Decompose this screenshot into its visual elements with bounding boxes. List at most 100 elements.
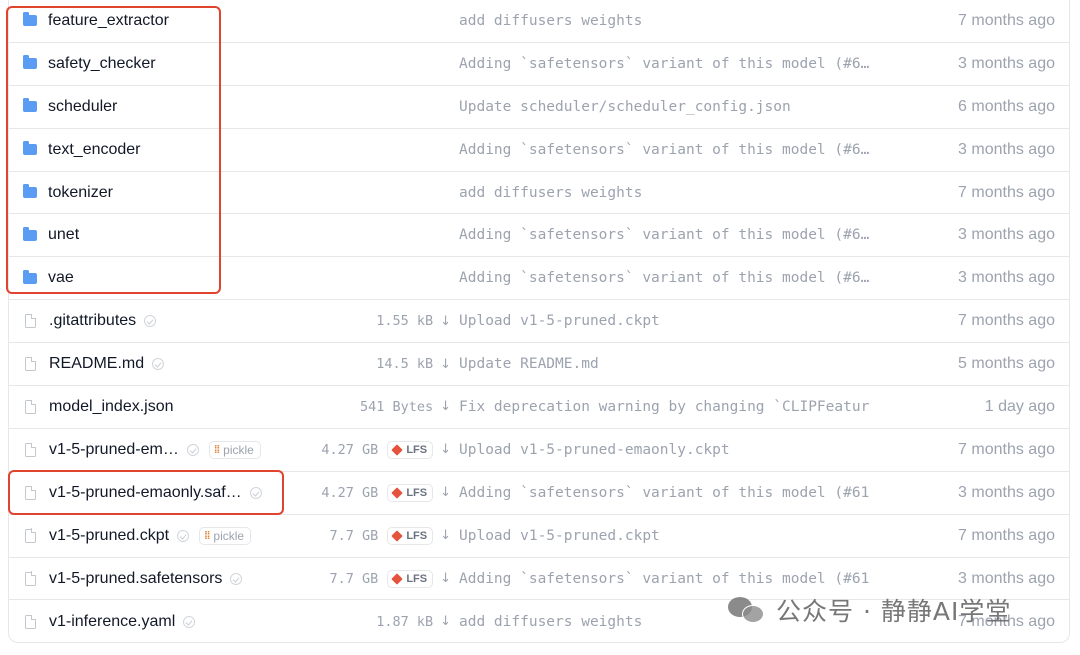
file-name-link[interactable]: v1-5-pruned.ckpt	[49, 527, 169, 545]
pickle-icon: ⁞⁞	[204, 529, 210, 542]
commit-message-link[interactable]: add diffusers weights	[459, 0, 899, 42]
folder-name-link[interactable]: tokenizer	[48, 184, 113, 202]
pickle-badge[interactable]: ⁞⁞ pickle	[208, 440, 261, 459]
commit-time[interactable]: 7 months ago	[958, 429, 1055, 471]
download-icon[interactable]: ↓	[440, 485, 451, 500]
file-name-link[interactable]: v1-5-pruned-em…	[49, 441, 179, 459]
folder-row[interactable]: tokenizer add diffusers weights 7 months a…	[9, 172, 1069, 215]
commit-message-link[interactable]: Update scheduler/scheduler_config.json	[459, 86, 899, 128]
file-row[interactable]: v1-inference.yaml 1.87 kB ↓ add diffusers w…	[9, 600, 1069, 642]
folder-name-link[interactable]: safety_checker	[48, 55, 156, 73]
folder-row[interactable]: feature_extractor add diffusers weights 7 …	[9, 0, 1069, 43]
file-name-link[interactable]: README.md	[49, 355, 144, 373]
file-row[interactable]: v1-5-pruned-em… ⁞⁞ pickle 4.27 GB LFS ↓ Upload…	[9, 429, 1069, 472]
commit-message-link[interactable]: Upload v1-5-pruned-emaonly.ckpt	[459, 429, 899, 471]
name-cell: tokenizer	[23, 172, 313, 214]
file-row[interactable]: v1-5-pruned-emaonly.saf… 4.27 GB LFS ↓ Addin…	[9, 472, 1069, 515]
commit-time[interactable]: 5 months ago	[958, 343, 1055, 385]
commit-message-link[interactable]: Adding `safetensors` variant of this mod…	[459, 129, 899, 171]
file-name-link[interactable]: .gitattributes	[49, 312, 136, 330]
file-size: 4.27 GB	[321, 441, 379, 458]
commit-message-link[interactable]: Adding `safetensors` variant of this mod…	[459, 214, 899, 256]
commit-time[interactable]: 3 months ago	[958, 257, 1055, 299]
commit-time[interactable]: 3 months ago	[958, 558, 1055, 600]
file-size: 1.87 kB	[376, 613, 434, 630]
folder-name-link[interactable]: unet	[48, 226, 79, 244]
commit-message-link[interactable]: Adding `safetensors` variant of this mod…	[459, 558, 899, 600]
safe-check-icon[interactable]	[177, 529, 190, 542]
lfs-badge: LFS	[387, 526, 434, 545]
commit-time[interactable]: 7 months ago	[958, 515, 1055, 557]
folder-row[interactable]: vae Adding `safetensors` variant of this …	[9, 257, 1069, 301]
download-icon[interactable]: ↓	[440, 571, 451, 586]
download-icon[interactable]: ↓	[440, 399, 451, 414]
commit-message-link[interactable]: Upload v1-5-pruned.ckpt	[459, 300, 899, 342]
commit-message-link[interactable]: Adding `safetensors` variant of this mod…	[459, 472, 899, 514]
size-cell: 14.5 kB ↓	[376, 343, 451, 385]
commit-time[interactable]: 3 months ago	[958, 43, 1055, 85]
file-row[interactable]: .gitattributes 1.55 kB ↓ Upload v1-5-pruned…	[9, 300, 1069, 344]
file-size: 4.27 GB	[321, 484, 379, 501]
lfs-cube-icon	[391, 487, 403, 499]
safe-check-icon[interactable]	[152, 358, 165, 371]
name-cell: scheduler	[23, 86, 313, 128]
safe-check-icon[interactable]	[230, 572, 243, 585]
folder-name-link[interactable]: feature_extractor	[48, 12, 169, 30]
safe-check-icon[interactable]	[249, 486, 262, 499]
folder-row[interactable]: safety_checker Adding `safetensors` varia…	[9, 43, 1069, 86]
commit-message-link[interactable]: Upload v1-5-pruned.ckpt	[459, 515, 899, 557]
folder-name-link[interactable]: text_encoder	[48, 141, 141, 159]
file-row[interactable]: v1-5-pruned.ckpt ⁞⁞ pickle 7.7 GB LFS ↓ Upload…	[9, 515, 1069, 558]
safe-check-icon[interactable]	[144, 315, 157, 328]
file-row[interactable]: v1-5-pruned.safetensors 7.7 GB LFS ↓ Adding …	[9, 558, 1069, 601]
commit-message-link[interactable]: Update README.md	[459, 343, 899, 385]
pickle-badge[interactable]: ⁞⁞ pickle	[199, 526, 252, 545]
name-cell: .gitattributes	[23, 300, 313, 342]
file-name-link[interactable]: model_index.json	[49, 398, 174, 416]
file-icon	[25, 356, 37, 372]
file-size: 1.55 kB	[376, 313, 434, 330]
folder-icon	[23, 226, 37, 241]
file-row[interactable]: README.md 14.5 kB ↓ Update README.md 5 month…	[9, 343, 1069, 387]
commit-message-link[interactable]: Adding `safetensors` variant of this mod…	[459, 43, 899, 85]
commit-time[interactable]: 6 months ago	[958, 86, 1055, 128]
lfs-label: LFS	[406, 572, 428, 585]
safe-check-icon[interactable]	[183, 615, 196, 628]
commit-time[interactable]: 7 months ago	[958, 0, 1055, 42]
commit-time[interactable]: 3 months ago	[958, 472, 1055, 514]
file-row[interactable]: model_index.json 541 Bytes ↓ Fix deprecatio…	[9, 386, 1069, 429]
folder-row[interactable]: text_encoder Adding `safetensors` variant…	[9, 129, 1069, 172]
lfs-badge: LFS	[387, 440, 434, 459]
commit-message-link[interactable]: add diffusers weights	[459, 600, 899, 642]
download-icon[interactable]: ↓	[440, 442, 451, 457]
download-icon[interactable]: ↓	[440, 614, 451, 629]
commit-message-link[interactable]: Adding `safetensors` variant of this mod…	[459, 257, 899, 299]
commit-time[interactable]: 3 months ago	[958, 129, 1055, 171]
download-icon[interactable]: ↓	[440, 357, 451, 372]
file-icon	[25, 614, 37, 629]
name-cell: v1-5-pruned-em… ⁞⁞ pickle	[23, 429, 313, 471]
commit-time[interactable]: 7 months ago	[958, 600, 1055, 642]
folder-row[interactable]: scheduler Update scheduler/scheduler_conf…	[9, 86, 1069, 129]
file-name-link[interactable]: v1-inference.yaml	[49, 613, 175, 631]
file-size: 7.7 GB	[329, 570, 379, 587]
safe-check-icon[interactable]	[186, 443, 199, 456]
pickle-label: pickle	[223, 442, 254, 457]
file-icon	[25, 485, 37, 500]
commit-time[interactable]: 1 day ago	[985, 386, 1055, 428]
commit-time[interactable]: 7 months ago	[958, 300, 1055, 342]
download-icon[interactable]: ↓	[440, 528, 451, 543]
commit-time[interactable]: 3 months ago	[958, 214, 1055, 256]
commit-message-link[interactable]: add diffusers weights	[459, 172, 899, 214]
name-cell: v1-5-pruned-emaonly.saf…	[23, 472, 313, 514]
folder-name-link[interactable]: scheduler	[48, 98, 117, 116]
size-cell: 541 Bytes ↓	[360, 386, 451, 428]
commit-time[interactable]: 7 months ago	[958, 172, 1055, 214]
download-icon[interactable]: ↓	[440, 314, 451, 329]
folder-name-link[interactable]: vae	[48, 269, 74, 287]
file-name-link[interactable]: v1-5-pruned-emaonly.saf…	[49, 484, 242, 502]
commit-message-link[interactable]: Fix deprecation warning by changing `CLI…	[459, 386, 899, 428]
folder-icon	[23, 184, 37, 198]
file-name-link[interactable]: v1-5-pruned.safetensors	[49, 570, 222, 588]
folder-row[interactable]: unet Adding `safetensors` variant of this…	[9, 214, 1069, 258]
